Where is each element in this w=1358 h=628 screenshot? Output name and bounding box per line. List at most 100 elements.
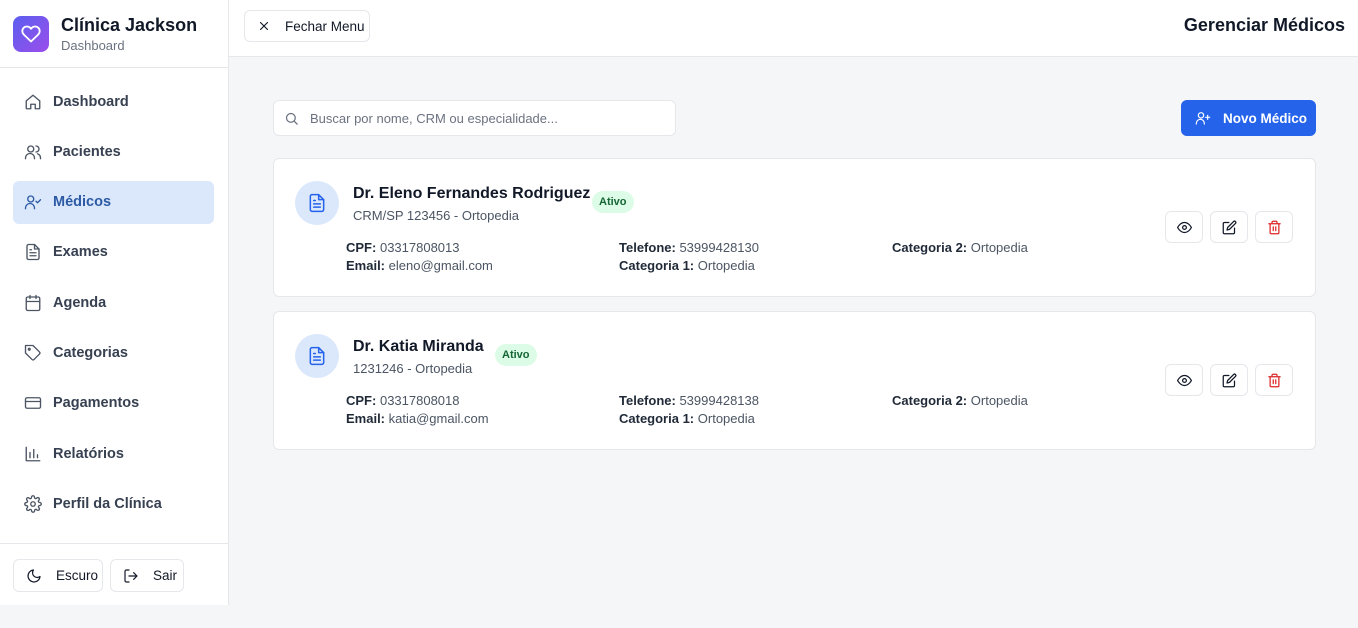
sidebar-item-label: Médicos (53, 194, 112, 211)
phone-value: 53999428138 (679, 393, 759, 408)
sidebar-nav: Dashboard Pacientes Médicos Exames Agend… (13, 80, 214, 533)
trash-icon (1267, 220, 1281, 234)
doctor-email: Email: eleno@gmail.com (346, 258, 493, 273)
edit-button[interactable] (1210, 364, 1248, 396)
doctor-phone: Telefone: 53999428130 (619, 240, 759, 255)
new-doctor-button[interactable]: Novo Médico (1181, 100, 1316, 136)
sidebar-item-pacientes[interactable]: Pacientes (13, 130, 214, 173)
phone-value: 53999428130 (679, 240, 759, 255)
cpf-value: 03317808018 (379, 393, 460, 408)
category-2-label: Categoria 2: (892, 393, 968, 408)
doctor-name: Dr. Eleno Fernandes Rodriguez (353, 185, 591, 202)
cpf-value: 03317808013 (379, 240, 460, 255)
user-check-icon (23, 192, 43, 212)
category-1-label: Categoria 1: (619, 258, 695, 273)
brand: Clínica Jackson Dashboard (0, 0, 228, 68)
eye-icon (1176, 374, 1192, 386)
sidebar-item-categorias[interactable]: Categorias (13, 331, 214, 374)
sidebar: Clínica Jackson Dashboard Dashboard Paci… (0, 0, 229, 605)
topbar: Fechar Menu Gerenciar Médicos (229, 0, 1358, 57)
delete-button[interactable] (1255, 364, 1293, 396)
email-value: eleno@gmail.com (388, 258, 493, 273)
sidebar-item-dashboard[interactable]: Dashboard (13, 80, 214, 123)
logout-icon (124, 568, 138, 583)
file-text-icon (309, 346, 325, 366)
calendar-icon (23, 293, 43, 313)
phone-label: Telefone: (619, 393, 676, 408)
theme-toggle-button[interactable]: Escuro (13, 559, 103, 592)
cpf-label: CPF: (346, 240, 377, 255)
category-1-value: Ortopedia (697, 258, 755, 273)
theme-toggle-label: Escuro (56, 568, 99, 583)
search-icon (285, 112, 298, 125)
email-label: Email: (346, 258, 386, 273)
sidebar-item-label: Perfil da Clínica (53, 495, 162, 512)
close-icon (259, 21, 269, 31)
category-2-label: Categoria 2: (892, 240, 968, 255)
new-doctor-label: Novo Médico (1223, 110, 1308, 126)
search-box (273, 100, 676, 136)
bar-chart-icon (23, 444, 43, 464)
email-value: katia@gmail.com (388, 411, 489, 426)
category-1-label: Categoria 1: (619, 411, 695, 426)
cpf-label: CPF: (346, 393, 377, 408)
file-text-icon (309, 193, 325, 213)
credit-card-icon (23, 393, 43, 413)
sidebar-item-exames[interactable]: Exames (13, 231, 214, 274)
users-icon (23, 142, 43, 162)
edit-button[interactable] (1210, 211, 1248, 243)
doctor-category-1: Categoria 1: Ortopedia (619, 258, 755, 273)
sidebar-item-label: Relatórios (53, 445, 124, 462)
tag-icon (23, 343, 43, 363)
close-menu-button[interactable]: Fechar Menu (244, 10, 370, 42)
doctor-category-2: Categoria 2: Ortopedia (892, 240, 1028, 255)
eye-icon (1176, 221, 1192, 233)
logout-button[interactable]: Sair (110, 559, 184, 592)
heart-logo-icon (13, 15, 49, 52)
file-text-icon (23, 242, 43, 262)
doctor-crm: 1231246 - Ortopedia (353, 361, 473, 376)
sidebar-item-relatorios[interactable]: Relatórios (13, 432, 214, 475)
sidebar-item-label: Pacientes (53, 143, 121, 160)
phone-label: Telefone: (619, 240, 676, 255)
trash-icon (1267, 373, 1281, 387)
doctor-category-1: Categoria 1: Ortopedia (619, 411, 755, 426)
view-button[interactable] (1165, 364, 1203, 396)
category-2-value: Ortopedia (970, 393, 1028, 408)
doctor-crm: CRM/SP 123456 - Ortopedia (353, 208, 519, 223)
page-title: Gerenciar Médicos (1183, 15, 1345, 35)
email-label: Email: (346, 411, 386, 426)
doctor-avatar (295, 181, 339, 225)
moon-icon (27, 568, 41, 583)
category-2-value: Ortopedia (970, 240, 1028, 255)
gear-icon (23, 494, 43, 514)
sidebar-item-perfil[interactable]: Perfil da Clínica (13, 482, 214, 525)
sidebar-footer: Escuro Sair (0, 543, 228, 605)
delete-button[interactable] (1255, 211, 1293, 243)
home-icon (23, 92, 43, 112)
search-input[interactable] (310, 110, 650, 126)
status-badge: Ativo (495, 344, 537, 366)
doctor-card: Dr. Eleno Fernandes Rodriguez Ativo CRM/… (273, 158, 1316, 297)
sidebar-item-agenda[interactable]: Agenda (13, 281, 214, 324)
status-badge: Ativo (592, 191, 634, 213)
doctor-name: Dr. Katia Miranda (353, 338, 484, 355)
sidebar-item-medicos[interactable]: Médicos (13, 180, 214, 224)
sidebar-item-label: Categorias (53, 344, 128, 361)
sidebar-item-label: Agenda (53, 294, 107, 311)
brand-title: Clínica Jackson (61, 15, 198, 35)
sidebar-item-label: Pagamentos (53, 395, 140, 412)
doctor-category-2: Categoria 2: Ortopedia (892, 393, 1028, 408)
doctor-card: Dr. Katia Miranda Ativo 1231246 - Ortope… (273, 311, 1316, 450)
doctor-email: Email: katia@gmail.com (346, 411, 489, 426)
doctor-avatar (295, 334, 339, 378)
view-button[interactable] (1165, 211, 1203, 243)
sidebar-item-pagamentos[interactable]: Pagamentos (13, 382, 214, 425)
user-plus-icon (1195, 112, 1211, 125)
logout-label: Sair (153, 568, 178, 583)
edit-icon (1222, 220, 1236, 234)
edit-icon (1222, 373, 1236, 387)
sidebar-item-label: Dashboard (53, 93, 129, 110)
doctor-phone: Telefone: 53999428138 (619, 393, 759, 408)
brand-subtitle: Dashboard (61, 38, 125, 53)
